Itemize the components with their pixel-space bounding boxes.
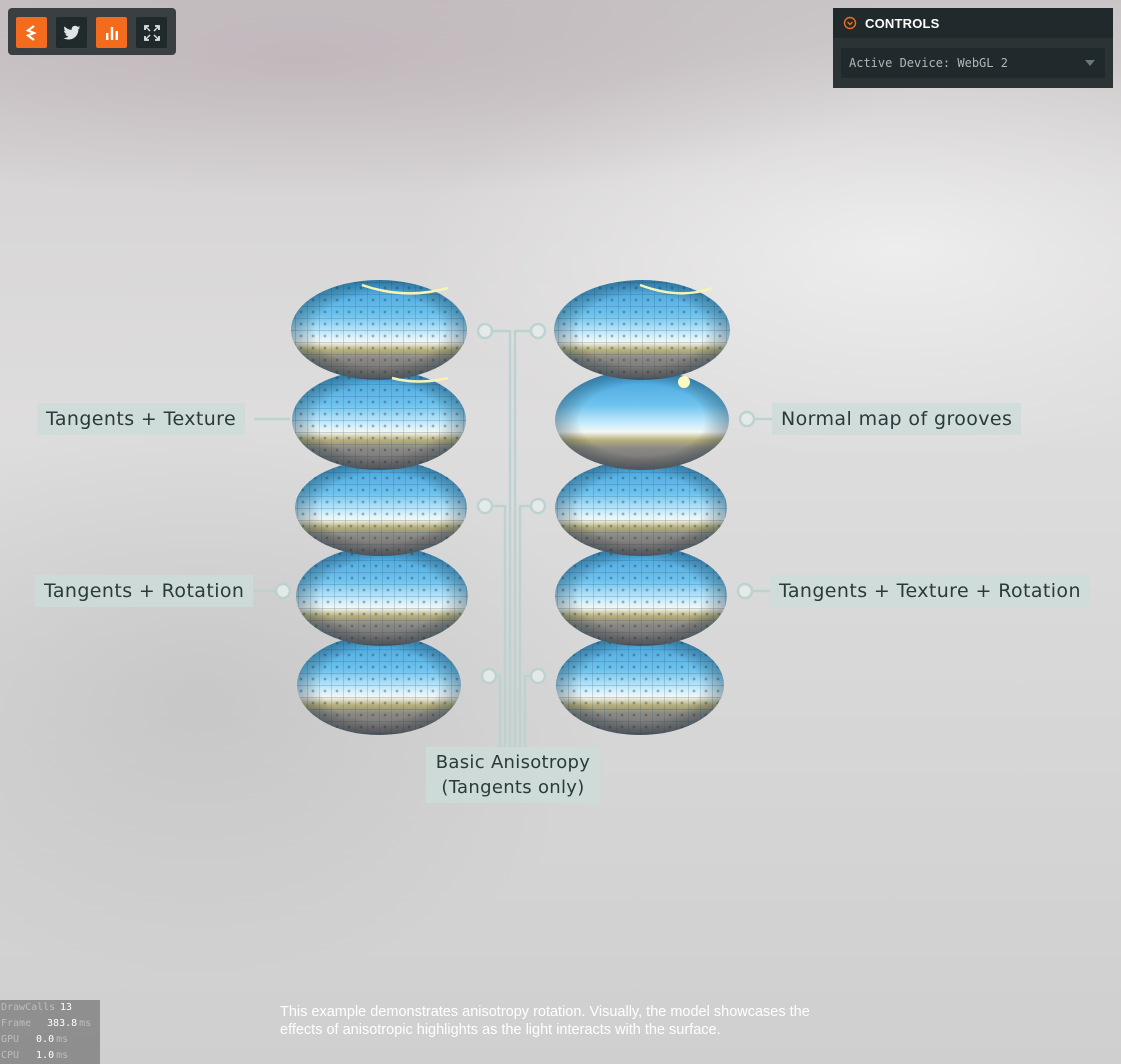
sphere xyxy=(297,635,461,735)
sphere xyxy=(555,546,727,646)
scene-canvas[interactable] xyxy=(0,0,1121,1064)
sphere xyxy=(296,546,468,646)
example-description: This example demonstrates anisotropy rot… xyxy=(280,1004,810,1038)
stats-overlay: DrawCalls 13 Frame 383.8 ms GPU 0.0 ms CPU… xyxy=(0,1000,100,1064)
right-sphere-stack xyxy=(554,280,730,735)
chevron-down-circle-icon[interactable] xyxy=(843,16,857,30)
controls-header[interactable]: CONTROLS xyxy=(833,8,1113,38)
stat-gpu: GPU 0.0 ms xyxy=(0,1032,100,1048)
label-tangents-texture-rotation: Tangents + Texture + Rotation xyxy=(770,575,1090,607)
sphere-smooth xyxy=(555,370,729,470)
sphere xyxy=(556,635,724,735)
playcanvas-logo-button[interactable] xyxy=(16,17,47,48)
twitter-icon xyxy=(62,25,80,39)
label-basic-anisotropy: Basic Anisotropy (Tangents only) xyxy=(426,747,600,803)
top-toolbar xyxy=(8,8,176,55)
stat-cpu: CPU 1.0 ms xyxy=(0,1048,100,1064)
stat-drawcalls: DrawCalls 13 xyxy=(0,1000,100,1016)
fullscreen-icon xyxy=(143,24,160,41)
playcanvas-logo-icon xyxy=(25,24,37,41)
label-tangents-texture: Tangents + Texture xyxy=(37,403,246,435)
active-device-value: Active Device: WebGL 2 xyxy=(849,56,1008,70)
sphere xyxy=(292,370,466,470)
controls-title: CONTROLS xyxy=(865,15,940,31)
label-tangents-rotation: Tangents + Rotation xyxy=(35,575,254,607)
bar-chart-icon xyxy=(105,26,118,40)
label-normal-map: Normal map of grooves xyxy=(772,403,1022,435)
sphere xyxy=(554,280,730,380)
fullscreen-button[interactable] xyxy=(136,17,167,48)
active-device-select[interactable]: Active Device: WebGL 2 xyxy=(841,48,1105,78)
twitter-button[interactable] xyxy=(56,17,87,48)
dropdown-arrow-icon xyxy=(1085,60,1095,66)
label-basic-line2: (Tangents only) xyxy=(441,777,585,798)
stats-button[interactable] xyxy=(96,17,127,48)
sphere xyxy=(295,460,467,556)
left-sphere-stack xyxy=(291,280,468,735)
controls-panel: CONTROLS Active Device: WebGL 2 xyxy=(833,8,1113,88)
sphere xyxy=(291,280,467,380)
label-basic-line1: Basic Anisotropy xyxy=(435,752,591,773)
stat-frame: Frame 383.8 ms xyxy=(0,1016,100,1032)
sphere xyxy=(555,460,727,556)
